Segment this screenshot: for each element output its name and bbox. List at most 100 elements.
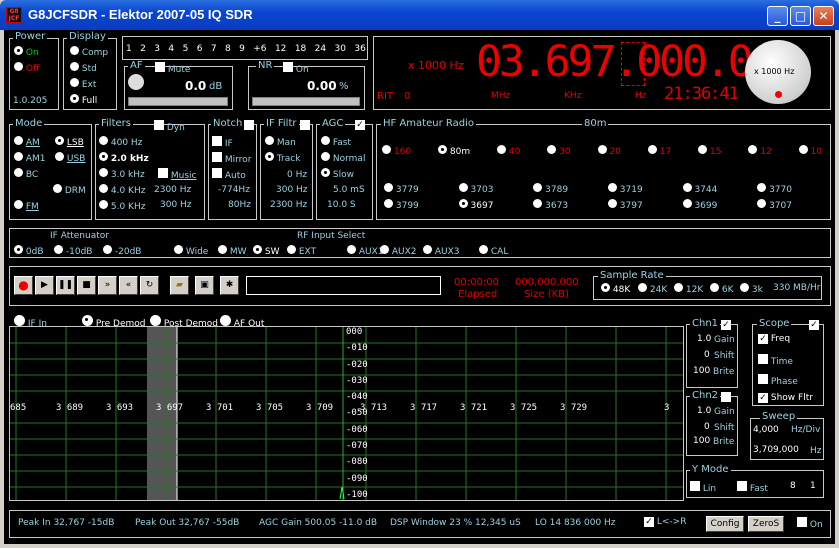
rate-3k-radio[interactable]: 3k bbox=[740, 283, 763, 295]
rate-48k-radio[interactable]: 48K bbox=[601, 283, 630, 295]
filter-3k-radio[interactable]: 3.0 kHz bbox=[99, 168, 145, 180]
memory-button[interactable]: 3799 bbox=[384, 199, 419, 211]
frequency-readout[interactable]: 03.697.000.0 bbox=[476, 37, 754, 87]
atten-10db-radio[interactable]: -10dB bbox=[54, 245, 92, 257]
ymode-fast-checkbox[interactable]: Fast bbox=[737, 481, 768, 494]
notch-mirror-checkbox[interactable]: Mirror bbox=[212, 152, 251, 165]
rewind-button[interactable]: « bbox=[119, 276, 138, 295]
memory-button[interactable]: 3707 bbox=[757, 199, 792, 211]
atten-20db-radio[interactable]: -20dB bbox=[103, 245, 141, 257]
settings-button[interactable]: ✱ bbox=[220, 276, 239, 295]
nr-on-checkbox[interactable]: On bbox=[283, 62, 309, 75]
rate-24k-radio[interactable]: 24K bbox=[638, 283, 667, 295]
chn2-enable-checkbox[interactable] bbox=[721, 392, 731, 402]
power-off-radio[interactable]: Off bbox=[14, 62, 39, 74]
minimize-button[interactable]: _ bbox=[767, 6, 788, 26]
chn1-brite-value[interactable]: 100 bbox=[693, 366, 710, 376]
rf-aux3-radio[interactable]: AUX3 bbox=[423, 245, 460, 257]
memory-button[interactable]: 3699 bbox=[682, 199, 717, 211]
if-filter-track-radio[interactable]: Track bbox=[265, 152, 300, 164]
rf-mw-radio[interactable]: MW bbox=[218, 245, 247, 257]
memory-button[interactable]: 3797 bbox=[607, 199, 643, 211]
mode-am-radio[interactable]: AM bbox=[14, 136, 40, 148]
music-checkbox[interactable]: Music bbox=[158, 168, 196, 181]
agc-fast-radio[interactable]: Fast bbox=[321, 136, 351, 148]
notch-enable-checkbox[interactable] bbox=[244, 120, 254, 130]
chn2-gain-value[interactable]: 1.0 bbox=[697, 406, 711, 416]
filter-400-radio[interactable]: 400 Hz bbox=[99, 136, 142, 148]
scope-time-checkbox[interactable]: Time bbox=[758, 354, 793, 367]
rf-ext-radio[interactable]: EXT bbox=[287, 245, 316, 257]
rf-aux2-radio[interactable]: AUX2 bbox=[380, 245, 417, 257]
memory-button[interactable]: 3703 bbox=[458, 183, 493, 195]
rf-aux1-radio[interactable]: AUX1 bbox=[347, 245, 384, 257]
band-15-radio[interactable]: 15 bbox=[698, 145, 721, 157]
af-slider[interactable] bbox=[128, 97, 228, 106]
mode-lsb-radio[interactable]: LSB bbox=[55, 136, 84, 148]
rate-6k-radio[interactable]: 6K bbox=[710, 283, 734, 295]
scope-phase-checkbox[interactable]: Phase bbox=[758, 374, 798, 387]
display-full-radio[interactable]: Full bbox=[70, 94, 97, 106]
band-30-radio[interactable]: 30 bbox=[547, 145, 571, 157]
spectrum-display[interactable]: 000 -010 -020 -030 -040 -050 -060 -070 -080 -090-… bbox=[9, 326, 684, 501]
sweep-div-value[interactable]: 4,000 bbox=[753, 425, 779, 435]
mode-usb-radio[interactable]: USB bbox=[55, 152, 85, 164]
config-button[interactable]: Config bbox=[706, 516, 744, 532]
ymode-lin-checkbox[interactable]: Lin bbox=[690, 481, 716, 494]
record-button[interactable]: ● bbox=[14, 276, 33, 295]
chn1-gain-value[interactable]: 1.0 bbox=[697, 334, 711, 344]
band-17-radio[interactable]: 17 bbox=[647, 145, 671, 157]
loop-button[interactable]: ↻ bbox=[140, 276, 159, 295]
band-160-radio[interactable]: 160 bbox=[382, 145, 411, 157]
if-filter-enable-checkbox[interactable] bbox=[300, 120, 310, 130]
agc-normal-radio[interactable]: Normal bbox=[321, 152, 365, 164]
memory-button[interactable]: 3719 bbox=[607, 183, 643, 195]
play-button[interactable]: ▶ bbox=[35, 276, 54, 295]
rf-cal-radio[interactable]: CAL bbox=[479, 245, 508, 257]
rf-wide-radio[interactable]: Wide bbox=[174, 245, 208, 257]
memory-button[interactable]: 3697 bbox=[458, 199, 493, 211]
stop-button[interactable]: ■ bbox=[77, 276, 96, 295]
agc-slow-radio[interactable]: Slow bbox=[321, 168, 354, 180]
mode-drm-radio[interactable]: DRM bbox=[53, 184, 86, 196]
rate-12k-radio[interactable]: 12K bbox=[674, 283, 703, 295]
display-std-radio[interactable]: Std bbox=[70, 62, 97, 74]
notch-auto-checkbox[interactable]: Auto bbox=[212, 168, 246, 181]
rf-sw-radio[interactable]: SW bbox=[253, 245, 280, 257]
scope-freq-checkbox[interactable]: ✓ Freq bbox=[758, 334, 790, 344]
filename-field[interactable] bbox=[246, 276, 441, 295]
af-knob[interactable] bbox=[128, 74, 144, 90]
atten-0db-radio[interactable]: 0dB bbox=[14, 245, 44, 257]
zeros-button[interactable]: ZeroS bbox=[748, 516, 784, 532]
sweep-center-value[interactable]: 3,709,000 bbox=[753, 445, 799, 455]
band-40-radio[interactable]: 40 bbox=[497, 145, 520, 157]
filters-dyn-checkbox[interactable]: Dyn bbox=[154, 120, 185, 133]
power-on-radio[interactable]: On bbox=[14, 46, 39, 58]
tuning-knob[interactable]: x 1000 Hz bbox=[745, 40, 811, 104]
open-folder-button[interactable]: ▰ bbox=[170, 276, 189, 295]
band-12-radio[interactable]: 12 bbox=[748, 145, 772, 157]
band-10-radio[interactable]: 10 bbox=[798, 145, 822, 157]
scope-show-filter-checkbox[interactable]: ✓ Show Fltr bbox=[758, 393, 813, 403]
filter-4k-radio[interactable]: 4.0 KHz bbox=[99, 184, 145, 196]
memory-button[interactable]: 3779 bbox=[384, 183, 419, 195]
af-mute-checkbox[interactable]: Mute bbox=[155, 62, 190, 75]
nr-slider[interactable] bbox=[252, 97, 360, 106]
mode-am1-radio[interactable]: AM1 bbox=[14, 152, 46, 164]
if-filter-man-radio[interactable]: Man bbox=[265, 136, 296, 148]
memory-button[interactable]: 3770 bbox=[757, 183, 792, 195]
status-on-checkbox[interactable]: On bbox=[797, 517, 823, 530]
chn1-shift-value[interactable]: 0 bbox=[704, 350, 710, 360]
notch-if-checkbox[interactable]: IF bbox=[212, 136, 233, 149]
display-comp-radio[interactable]: Comp bbox=[70, 46, 108, 58]
ymode-value-1[interactable]: 8 bbox=[790, 481, 796, 491]
chn2-brite-value[interactable]: 100 bbox=[693, 436, 710, 446]
chn2-shift-value[interactable]: 0 bbox=[704, 422, 710, 432]
save-button[interactable]: ▣ bbox=[195, 276, 214, 295]
filter-5k-radio[interactable]: 5.0 KHz bbox=[99, 200, 145, 212]
band-20-radio[interactable]: 20 bbox=[597, 145, 621, 157]
maximize-button[interactable]: □ bbox=[790, 6, 811, 26]
display-ext-radio[interactable]: Ext bbox=[70, 78, 96, 90]
band-80m-radio[interactable]: 80m bbox=[438, 145, 470, 157]
memory-button[interactable]: 3744 bbox=[682, 183, 717, 195]
